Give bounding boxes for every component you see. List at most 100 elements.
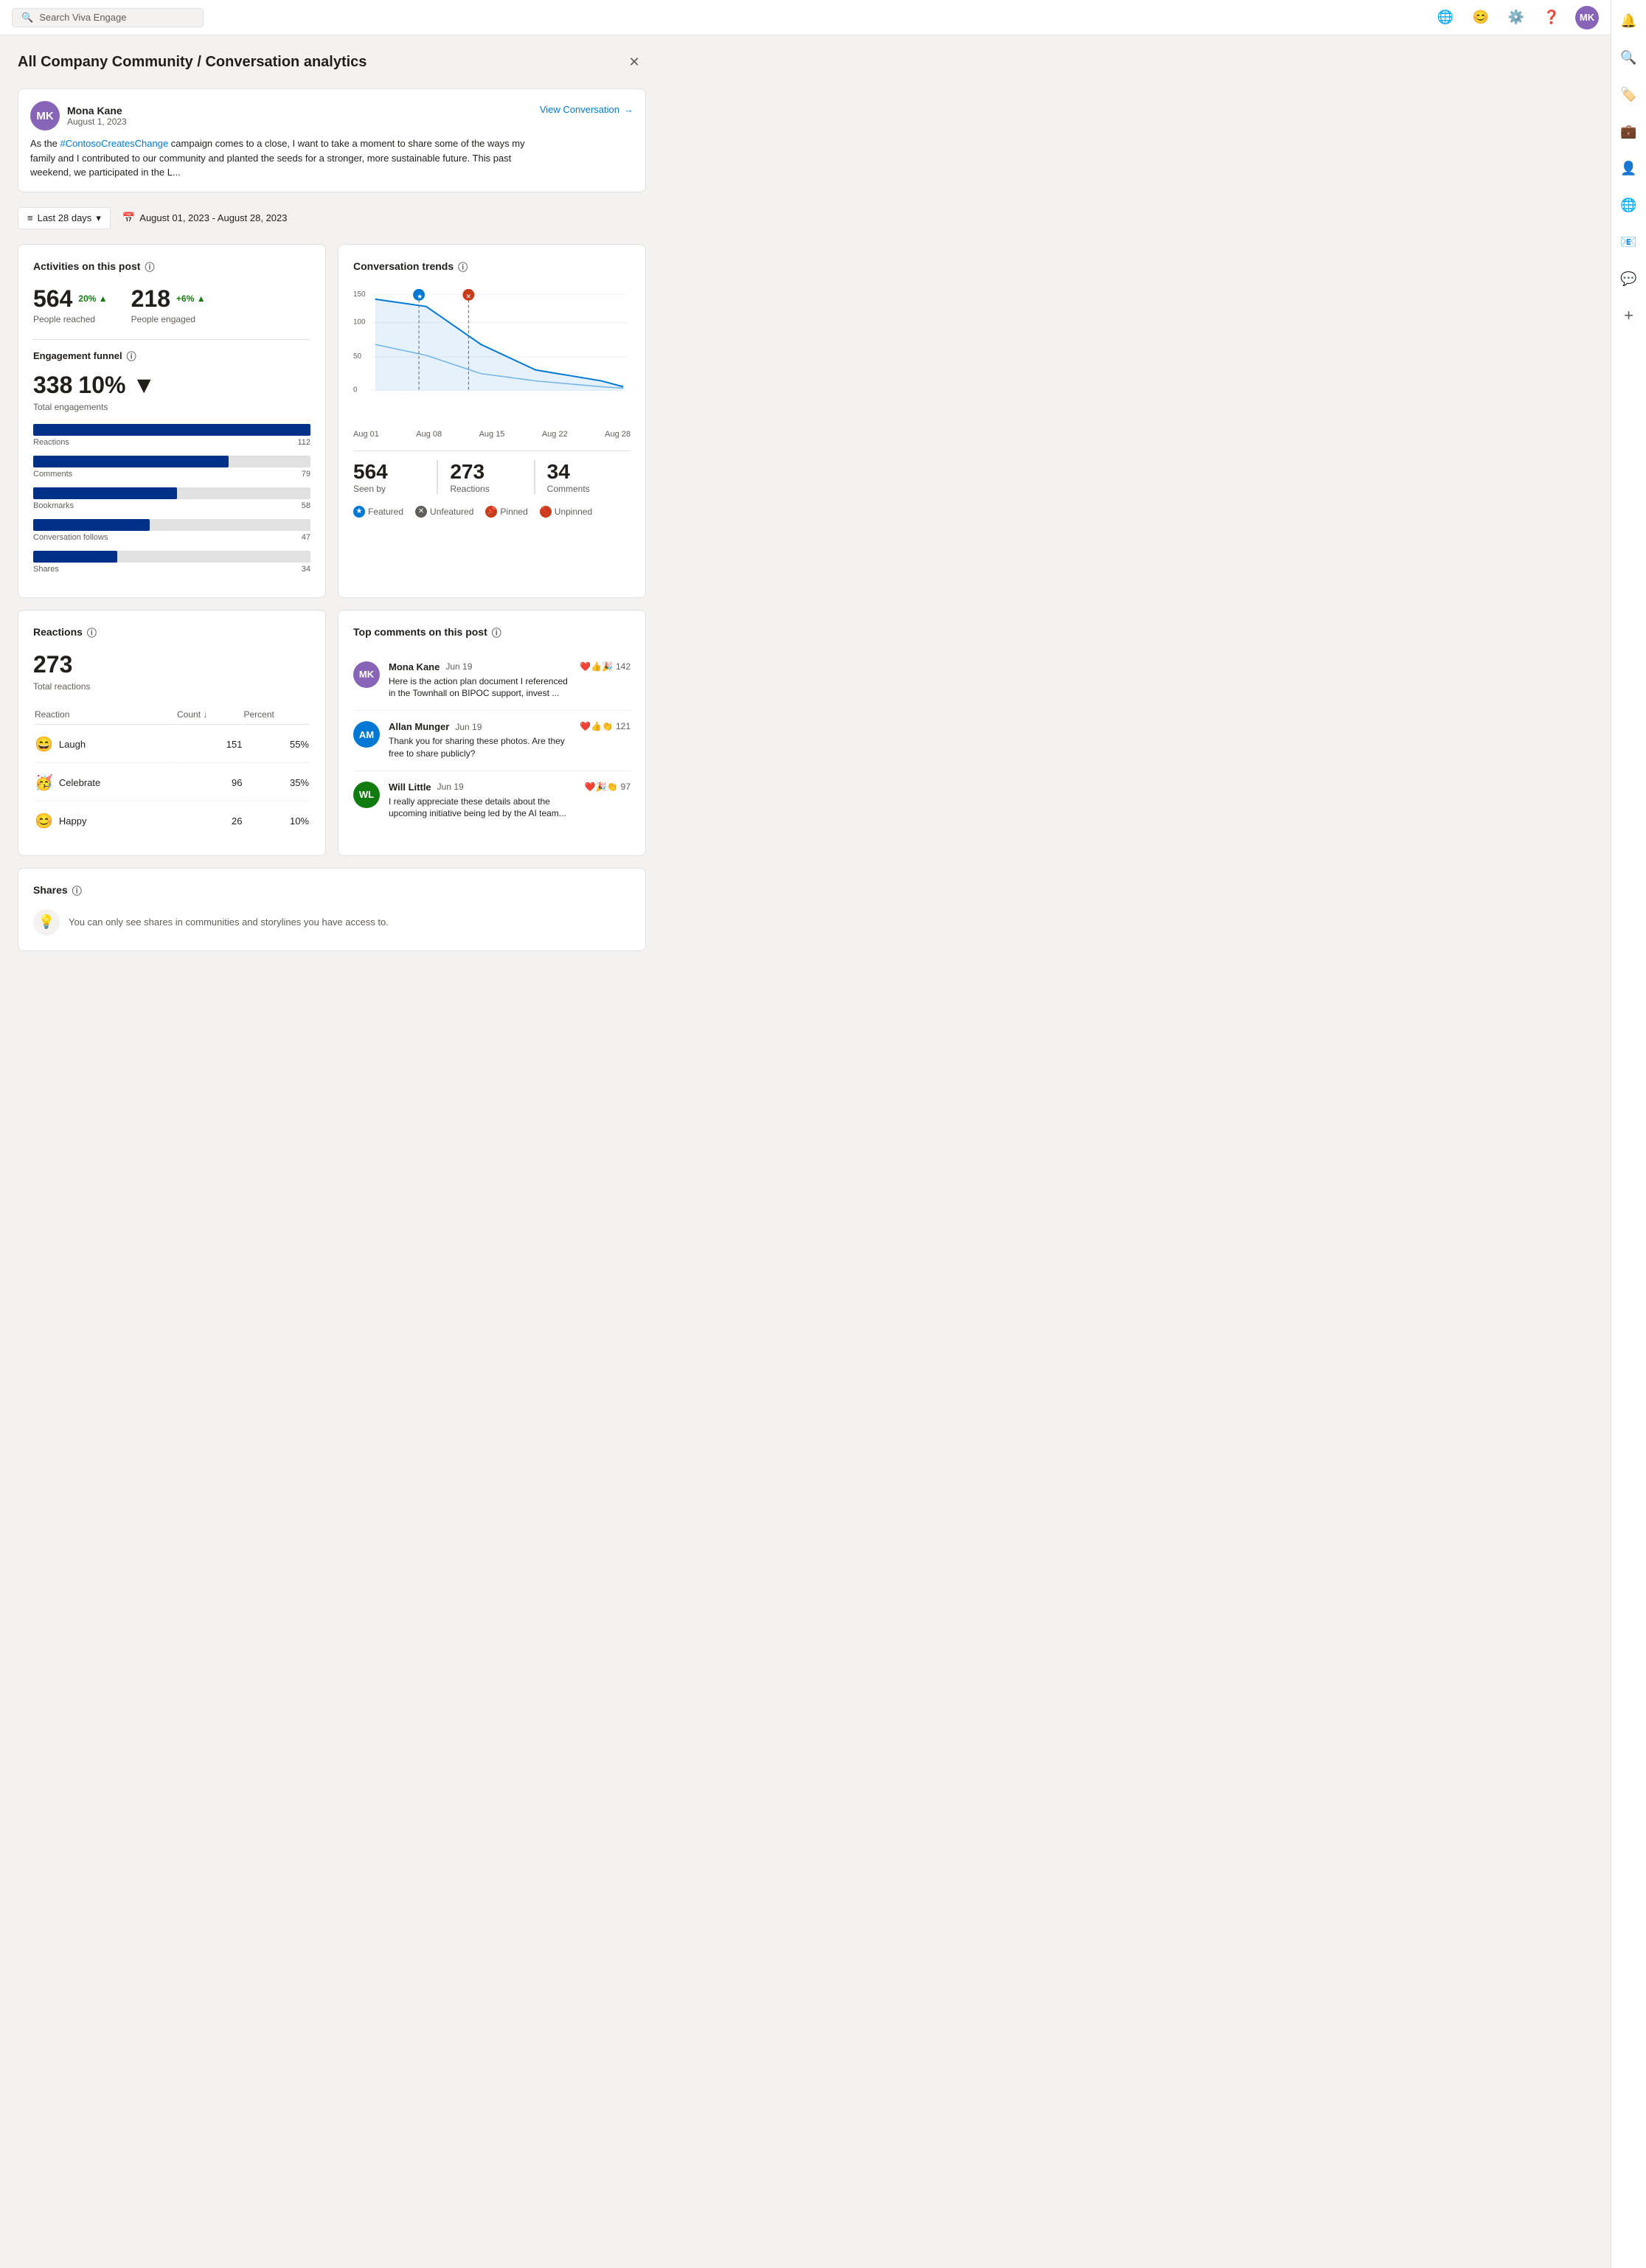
comment-header-3: Will Little Jun 19 (389, 782, 576, 793)
bar-track-comments (33, 456, 310, 467)
comment-reaction-emojis-1: ❤️👍🎉 (580, 661, 613, 672)
comment-avatar-3: WL (353, 782, 380, 808)
reactions-info-icon[interactable]: ⓘ (87, 625, 97, 639)
bar-label-comments: Comments 79 (33, 470, 310, 479)
date-range-display: 📅 August 01, 2023 - August 28, 2023 (122, 212, 288, 224)
happy-count: 26 (177, 803, 243, 839)
post-card: MK Mona Kane August 1, 2023 As the #Cont… (18, 88, 646, 192)
legend-pinned-dot: 📌 (485, 506, 497, 518)
people-reached-number: 564 20% ▲ (33, 285, 108, 313)
comment-author-3: Will Little (389, 782, 431, 793)
shares-card-title: Shares ⓘ (33, 883, 631, 897)
trends-reactions-label: Reactions (450, 484, 521, 494)
page-header: All Company Community / Conversation ana… (18, 50, 646, 74)
trends-comments-number: 34 (547, 460, 619, 484)
shares-notice: 💡 You can only see shares in communities… (33, 909, 631, 936)
celebrate-emoji: 🥳 (35, 773, 53, 792)
filter-icon: ≡ (27, 212, 33, 223)
calendar-icon: 📅 (122, 212, 135, 224)
people-reached-label: People reached (33, 314, 108, 324)
bar-track-bookmarks (33, 487, 310, 499)
view-conversation-link[interactable]: View Conversation → (540, 104, 633, 115)
reactions-table: Reaction Count ↓ Percent (33, 703, 310, 841)
svg-text:150: 150 (353, 290, 366, 298)
outlook-icon[interactable]: 📧 (1617, 230, 1641, 254)
shares-info-icon[interactable]: ⓘ (72, 883, 82, 897)
bar-reactions: Reactions 112 (33, 424, 310, 447)
trends-card: Conversation trends ⓘ 150 100 50 0 (338, 244, 646, 598)
emoji-nav-icon[interactable]: 😊 (1469, 6, 1493, 29)
bar-bookmarks: Bookmarks 58 (33, 487, 310, 510)
chart-x-labels: Aug 01 Aug 08 Aug 15 Aug 22 Aug 28 (353, 430, 631, 439)
view-conversation-label: View Conversation (540, 104, 619, 115)
bar-conv-follows: Conversation follows 47 (33, 519, 310, 542)
close-button[interactable]: ✕ (622, 50, 646, 74)
chart-area-fill (375, 299, 623, 390)
add-icon[interactable]: + (1617, 304, 1641, 327)
reactions-card: Reactions ⓘ 273 Total reactions Reaction (18, 610, 326, 856)
bar-comments: Comments 79 (33, 456, 310, 479)
author-name: Mona Kane (67, 105, 127, 116)
comment-body-1: Mona Kane Jun 19 Here is the action plan… (389, 661, 571, 700)
svg-text:★: ★ (417, 292, 423, 299)
comment-reaction-count-3: 97 (621, 782, 631, 792)
trends-info-icon[interactable]: ⓘ (458, 260, 468, 274)
period-filter-button[interactable]: ≡ Last 28 days ▾ (18, 207, 111, 229)
bar-label-bookmarks: Bookmarks 58 (33, 501, 310, 510)
people-icon[interactable]: 👤 (1617, 156, 1641, 180)
bell-icon[interactable]: 🔔 (1617, 9, 1641, 32)
briefcase-icon[interactable]: 💼 (1617, 119, 1641, 143)
svg-text:50: 50 (353, 352, 361, 360)
reaction-row-laugh: 😄 Laugh 151 55% (35, 726, 309, 763)
tag-icon[interactable]: 🏷️ (1617, 83, 1641, 106)
trends-stat-seenby: 564 Seen by (353, 460, 438, 494)
top-comments-info-icon[interactable]: ⓘ (492, 625, 501, 639)
people-reached-stat: 564 20% ▲ People reached (33, 285, 108, 324)
reaction-col-header: Reaction (35, 705, 176, 725)
bar-track-shares (33, 551, 310, 563)
sort-icon[interactable]: ↓ (203, 709, 207, 720)
trends-stat-comments: 34 Comments (535, 460, 631, 494)
people-engaged-stat: 218 +6% ▲ People engaged (131, 285, 206, 324)
comment-reactions-1: ❤️👍🎉 142 (580, 661, 631, 672)
svg-text:100: 100 (353, 318, 366, 326)
bar-fill-comments (33, 456, 229, 467)
legend-featured-label: Featured (368, 507, 403, 517)
comment-reaction-count-2: 121 (616, 721, 631, 731)
bar-fill-shares (33, 551, 117, 563)
activities-stats-row: 564 20% ▲ People reached 218 +6% ▲ (33, 285, 310, 324)
laugh-label: Laugh (59, 739, 86, 750)
funnel-info-icon[interactable]: ⓘ (127, 349, 136, 363)
cards-grid-row1: Activities on this post ⓘ 564 20% ▲ Peop… (18, 244, 646, 598)
total-reactions-number: 273 (33, 651, 310, 678)
celebrate-percent: 35% (244, 765, 310, 801)
chat-right-icon[interactable]: 💬 (1617, 267, 1641, 291)
settings-nav-icon[interactable]: ⚙️ (1504, 6, 1528, 29)
celebrate-label: Celebrate (59, 777, 100, 788)
top-nav-icons: 🌐 😊 ⚙️ ❓ MK (1434, 6, 1599, 29)
shares-notice-text: You can only see shares in communities a… (69, 916, 389, 928)
comment-text-2: Thank you for sharing these photos. Are … (389, 735, 571, 760)
activities-card: Activities on this post ⓘ 564 20% ▲ Peop… (18, 244, 326, 598)
hashtag[interactable]: #ContosoCreatesChange (60, 138, 168, 149)
top-nav: 🔍 Search Viva Engage 🌐 😊 ⚙️ ❓ MK (0, 0, 1611, 35)
search-right-icon[interactable]: 🔍 (1617, 46, 1641, 69)
globe-nav-icon[interactable]: 🌐 (1434, 6, 1457, 29)
search-box[interactable]: 🔍 Search Viva Engage (12, 8, 204, 27)
comment-list: MK Mona Kane Jun 19 Here is the action p… (353, 651, 631, 831)
globe-right-icon[interactable]: 🌐 (1617, 193, 1641, 217)
trends-stat-reactions: 273 Reactions (438, 460, 535, 494)
activities-info-icon[interactable]: ⓘ (145, 260, 154, 274)
bar-track-reactions (33, 424, 310, 436)
funnel-total-label: Total engagements (33, 402, 310, 412)
funnel-total: 338 10% ▼ (33, 372, 310, 399)
reaction-name-celebrate: 🥳 Celebrate (35, 765, 176, 801)
comment-body-3: Will Little Jun 19 I really appreciate t… (389, 782, 576, 821)
user-avatar[interactable]: MK (1575, 6, 1599, 29)
reaction-name-laugh: 😄 Laugh (35, 726, 176, 763)
legend-unpinned: 🚫 Unpinned (540, 506, 592, 518)
trends-chart: 150 100 50 0 (353, 285, 631, 418)
help-nav-icon[interactable]: ❓ (1540, 6, 1563, 29)
laugh-count: 151 (177, 726, 243, 763)
total-reactions-label: Total reactions (33, 681, 310, 692)
